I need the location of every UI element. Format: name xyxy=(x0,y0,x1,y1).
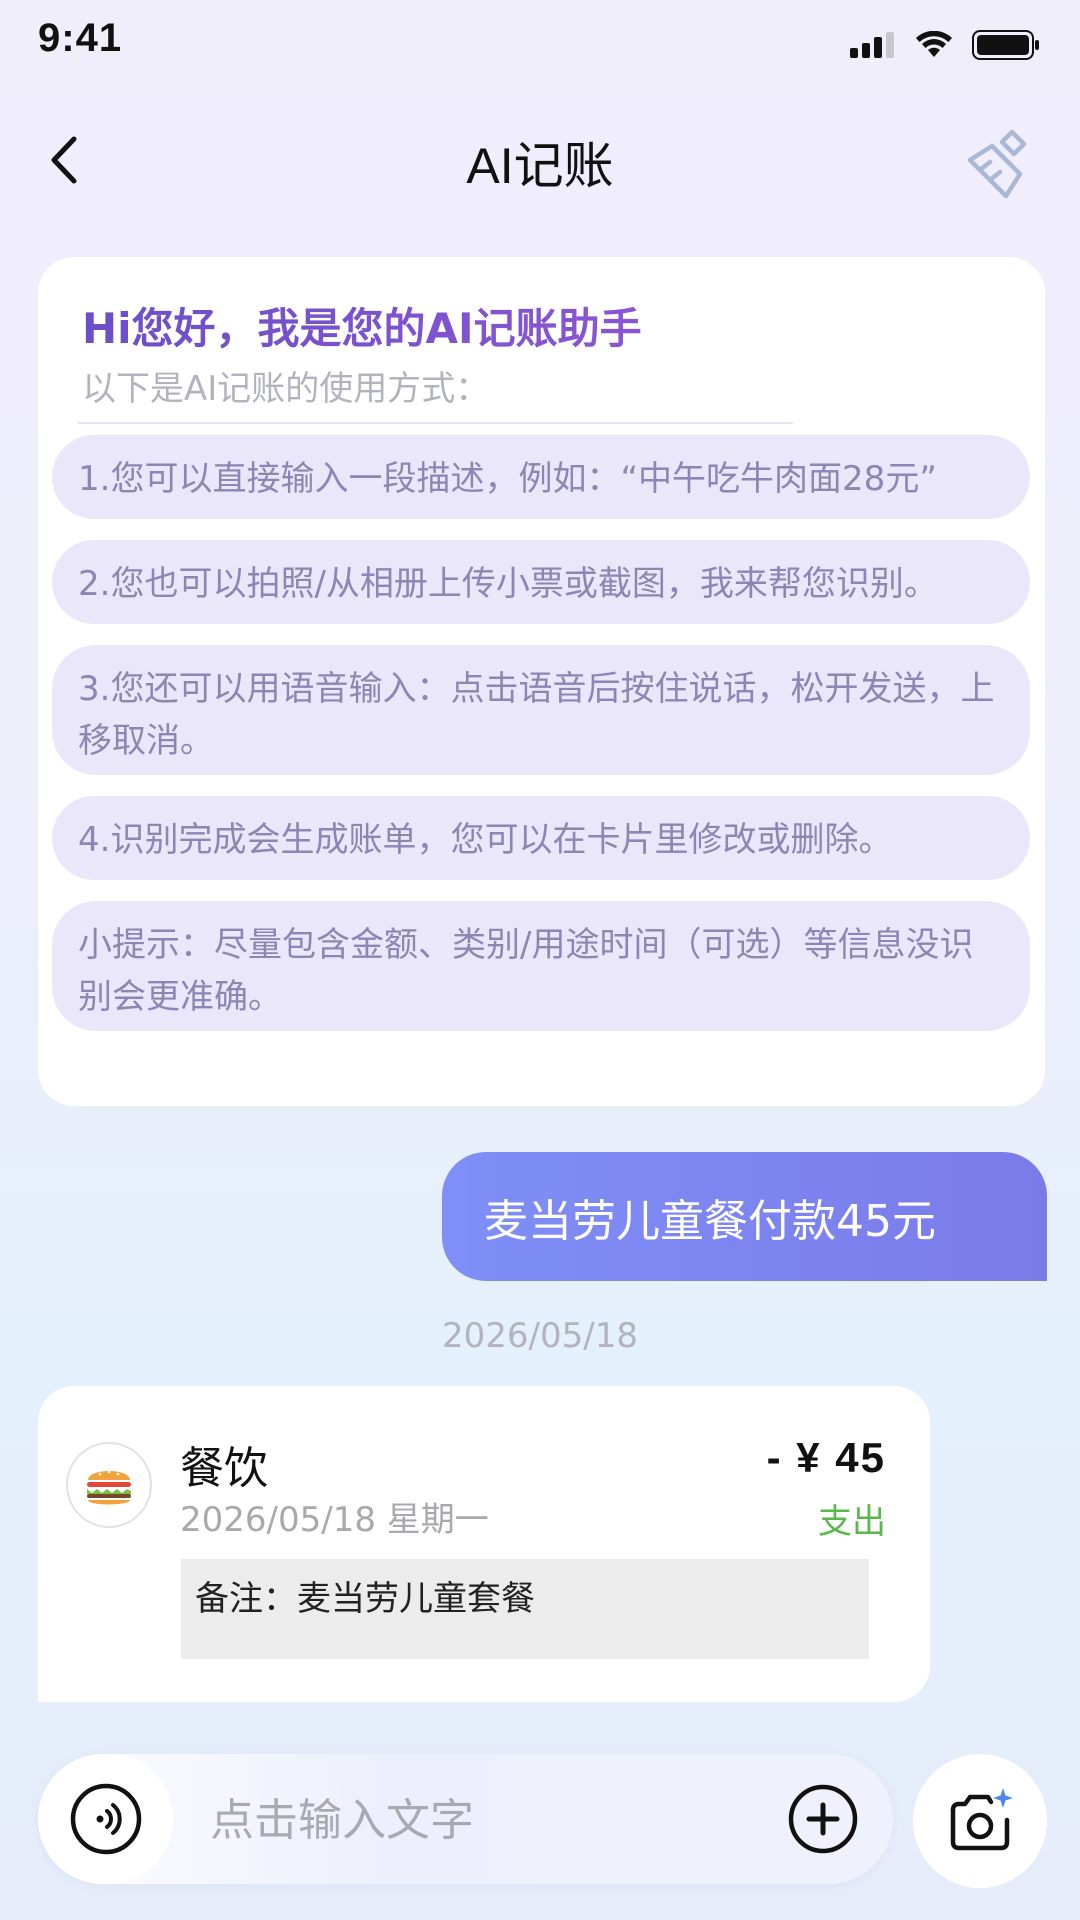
burger-icon xyxy=(87,1470,131,1505)
category-avatar xyxy=(66,1442,152,1528)
battery-icon xyxy=(972,30,1039,60)
tip-item: 1.您可以直接输入一段描述，例如：“中午吃牛肉面28元” xyxy=(52,435,1030,519)
bill-amount: - ¥ 45 xyxy=(766,1434,886,1481)
bill-type-badge: 支出 xyxy=(818,1502,886,1542)
plus-circle-icon xyxy=(788,1784,858,1854)
status-bar: 9:41 xyxy=(0,0,1080,90)
intro-subtitle: 以下是AI记账的使用方式： xyxy=(82,369,490,409)
intro-card: Hi您好，我是您的AI记账助手 以下是AI记账的使用方式： 1.您可以直接输入一… xyxy=(38,257,1045,1106)
date-separator: 2026/05/18 xyxy=(442,1316,638,1356)
tip-item: 3.您还可以用语音输入：点击语音后按住说话，松开发送，上移取消。 xyxy=(52,645,1030,775)
add-button[interactable] xyxy=(787,1783,859,1855)
status-time: 9:41 xyxy=(38,16,123,60)
wifi-icon xyxy=(916,31,952,57)
status-icons xyxy=(850,30,1040,60)
camera-button[interactable] xyxy=(913,1754,1047,1888)
bill-date: 2026/05/18 星期一 xyxy=(180,1500,489,1540)
camera-icon xyxy=(950,1788,1013,1851)
cellular-signal-icon xyxy=(850,32,894,58)
bill-note[interactable]: 备注：麦当劳儿童套餐 xyxy=(181,1559,869,1659)
bill-card[interactable]: 餐饮 2026/05/18 星期一 - ¥ 45 支出 备注：麦当劳儿童套餐 xyxy=(38,1386,930,1702)
tip-item: 4.识别完成会生成账单，您可以在卡片里修改或删除。 xyxy=(52,796,1030,880)
voice-button[interactable] xyxy=(38,1754,173,1884)
intro-divider xyxy=(78,422,793,424)
intro-title: Hi您好，我是您的AI记账助手 xyxy=(82,295,642,356)
clear-chat-button[interactable] xyxy=(962,124,1042,204)
tip-item: 小提示：尽量包含金额、类别/用途时间（可选）等信息没识别会更准确。 xyxy=(52,901,1030,1031)
broom-icon xyxy=(967,129,1027,199)
message-input[interactable] xyxy=(208,1784,752,1856)
page-title: AI记账 xyxy=(466,138,614,194)
input-bar xyxy=(38,1754,893,1884)
user-message-bubble[interactable]: 麦当劳儿童餐付款45元 xyxy=(442,1152,1047,1281)
tip-item: 2.您也可以拍照/从相册上传小票或截图，我来帮您识别。 xyxy=(52,540,1030,624)
voice-icon xyxy=(70,1783,141,1855)
bill-category: 餐饮 xyxy=(180,1443,268,1494)
